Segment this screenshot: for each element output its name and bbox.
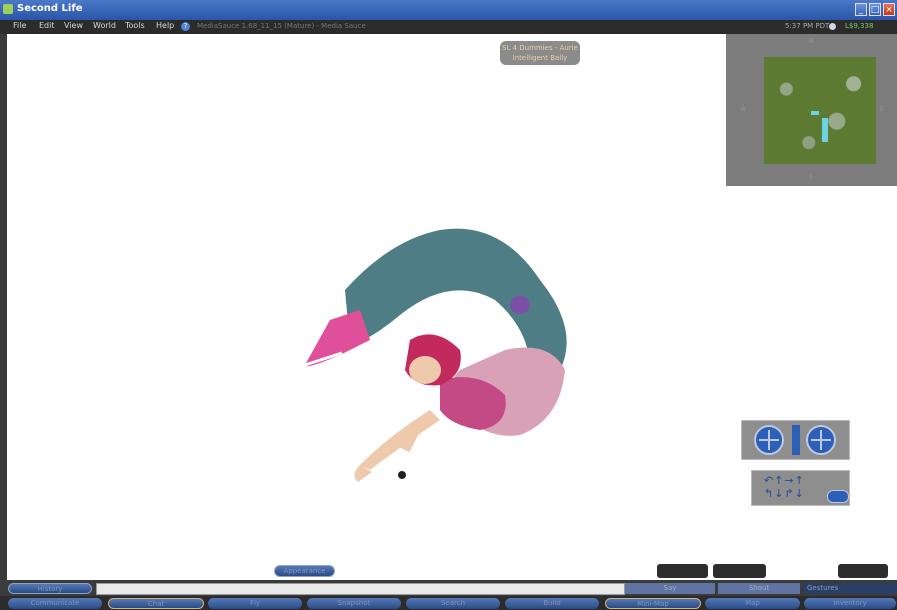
close-button[interactable]: × (883, 3, 895, 16)
inventory-button[interactable]: Inventory (804, 598, 896, 609)
move-slider[interactable] (792, 425, 800, 455)
snapshot-button[interactable]: Snapshot (307, 598, 401, 609)
build-info: MediaSauce 1.68_11_15 (Mature) - Media S… (197, 22, 366, 30)
appearance-pill[interactable]: Appearance (274, 565, 335, 577)
chat-input[interactable] (96, 583, 625, 595)
avatar-figure (304, 228, 567, 482)
window-frame (0, 34, 7, 580)
say-button[interactable]: Say (625, 583, 715, 594)
camera-arrows-icon[interactable]: ↶↑→↑ ↰↓↱↓ (764, 474, 805, 500)
shout-button[interactable]: Shout (718, 583, 800, 594)
move-joystick[interactable] (754, 425, 784, 455)
mini-map[interactable]: N S E W (726, 34, 897, 186)
compass-south: S (809, 174, 813, 181)
clock: 5:37 PM PDT (785, 22, 830, 30)
menu-help[interactable]: Help (156, 21, 174, 30)
fly-button[interactable]: Fly (208, 598, 302, 609)
compass-east: E (880, 106, 884, 113)
avatar-marker (822, 118, 828, 142)
music-controls[interactable] (713, 564, 766, 578)
menu-file[interactable]: File (13, 21, 26, 30)
location-name: SL 4 Dummies - Aurie (502, 44, 578, 52)
search-button[interactable]: Search (406, 598, 500, 609)
movement-controls (741, 420, 850, 460)
media-controls[interactable] (657, 564, 708, 578)
avatar-marker-head (811, 111, 819, 115)
volume-controls[interactable] (838, 564, 888, 578)
map-button[interactable]: Map (705, 598, 800, 609)
menu-tools[interactable]: Tools (125, 21, 145, 30)
location-subtitle: Intelligent Bally (512, 54, 568, 62)
window-title: Second Life (17, 3, 83, 14)
location-badge: SL 4 Dummies - Aurie Intelligent Bally (500, 41, 580, 65)
menu-view[interactable]: View (64, 21, 83, 30)
help-icon[interactable]: ? (181, 22, 190, 31)
gestures-dropdown[interactable]: Gestures (803, 583, 897, 594)
compass-west: W (740, 106, 746, 113)
menu-bar: File Edit View World Tools Help ? MediaS… (0, 20, 897, 34)
app-icon (3, 4, 13, 14)
communicate-button[interactable]: Communicate (8, 598, 102, 609)
map-terrain (764, 57, 876, 164)
camera-controls: ↶↑→↑ ↰↓↱↓ (751, 470, 850, 506)
compass-north: N (809, 38, 814, 45)
history-button[interactable]: History (8, 583, 92, 594)
chat-button[interactable]: Chat (108, 598, 204, 609)
menu-world[interactable]: World (93, 21, 116, 30)
balance[interactable]: L$9,338 (845, 22, 873, 30)
menu-edit[interactable]: Edit (39, 21, 55, 30)
title-bar: Second Life _ □ × (0, 0, 897, 20)
minimize-button[interactable]: _ (855, 3, 867, 16)
build-button[interactable]: Build (505, 598, 599, 609)
status-icon (829, 23, 836, 30)
maximize-button[interactable]: □ (869, 3, 881, 16)
mini-map-button[interactable]: Mini-Map (605, 598, 701, 609)
camera-toggle-button[interactable] (827, 490, 849, 503)
turn-joystick[interactable] (806, 425, 836, 455)
